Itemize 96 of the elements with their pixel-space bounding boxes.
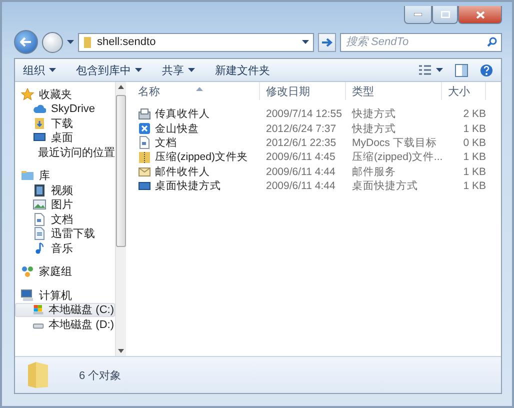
column-header[interactable]: 类型	[346, 82, 442, 100]
search-icon	[487, 36, 497, 46]
cloud-icon	[33, 102, 46, 116]
navigation-item[interactable]: 本地磁盘 (C:)	[15, 302, 115, 317]
minimize-button[interactable]	[404, 6, 432, 24]
size-cell-text: 0 KB	[462, 136, 486, 150]
network-icon	[21, 265, 34, 278]
toolbar-button[interactable]: 包含到库中	[76, 62, 142, 78]
navigation-item[interactable]: 收藏夹	[15, 87, 115, 102]
navigation-item[interactable]: 迅雷下载	[15, 226, 115, 241]
navigation-item[interactable]: 文档	[15, 212, 115, 226]
minimize-icon	[414, 13, 422, 16]
drive-icon	[33, 303, 44, 316]
caret-icon	[302, 40, 309, 44]
size-cell-text: 1 KB	[462, 150, 486, 165]
caret-icon	[436, 68, 443, 72]
toolbar-button[interactable]: 新建文件夹	[215, 62, 270, 78]
close-button[interactable]	[458, 6, 502, 24]
size-cell-text: 1 KB	[462, 122, 486, 136]
navigation-item[interactable]: 本地磁盘 (D:)	[15, 317, 115, 332]
maximize-button[interactable]	[432, 6, 458, 24]
navigation-item[interactable]: 音乐	[15, 241, 115, 256]
envelope-icon	[138, 165, 151, 178]
file-name-cell[interactable]: 金山快盘	[132, 121, 260, 136]
back-button[interactable]	[14, 30, 38, 54]
picture-icon	[33, 198, 46, 212]
folder-icon	[33, 116, 46, 130]
view-list-icon	[419, 65, 431, 75]
arrow-right-icon	[322, 38, 332, 46]
size-cell-text: 2 KB	[462, 107, 486, 122]
forward-button[interactable]	[42, 32, 63, 52]
navigation-item[interactable]: 计算机	[15, 288, 115, 302]
status-text: 6 个对象	[79, 368, 122, 382]
navigation-item[interactable]: 家庭组	[15, 264, 115, 279]
caret-icon	[49, 68, 56, 72]
document-icon	[33, 212, 46, 226]
document-icon	[33, 227, 46, 240]
caret-icon	[188, 68, 195, 72]
folder-icon	[83, 36, 92, 48]
file-name-cell[interactable]: 邮件收件人	[132, 164, 260, 179]
date-cell-text: 2012/6/24 7:37	[265, 122, 338, 136]
column-header[interactable]: 修改日期	[260, 82, 346, 100]
navigation-item[interactable]: 最近访问的位置	[15, 145, 115, 160]
help-icon	[480, 64, 493, 76]
type-cell-text: 邮件服务	[351, 164, 397, 179]
toolbar-button[interactable]: 共享	[162, 62, 195, 78]
date-cell-text: 2009/6/11 4:44	[265, 179, 336, 194]
type-cell-text: 桌面快捷方式	[351, 179, 419, 194]
type-cell-text: 快捷方式	[350, 122, 397, 136]
navigation-item[interactable]: 桌面	[15, 130, 115, 145]
go-button[interactable]	[318, 32, 336, 52]
date-cell-text: 2009/6/11 4:45	[265, 150, 336, 165]
address-text: shell:sendto	[97, 36, 157, 48]
type-cell-text: MyDocs 下载目标	[351, 136, 438, 150]
file-name-cell[interactable]: 桌面快捷方式	[132, 178, 260, 194]
music-note-icon	[33, 242, 46, 255]
close-icon	[476, 10, 484, 18]
folder-icon	[21, 169, 34, 182]
caret-icon	[135, 68, 142, 72]
computer-icon	[21, 288, 34, 302]
date-cell-text: 2012/6/1 22:35	[265, 136, 338, 150]
type-cell-text: 快捷方式	[350, 107, 397, 122]
fax-icon	[138, 108, 151, 121]
navigation-item[interactable]: SkyDrive	[15, 102, 115, 116]
app-icon	[138, 122, 151, 136]
column-header[interactable]: 大小	[442, 82, 486, 100]
star-icon	[21, 88, 34, 101]
toolbar-button[interactable]: 组织	[23, 62, 56, 78]
date-cell-text: 2009/7/14 12:55	[265, 107, 343, 122]
maximize-icon	[440, 11, 450, 18]
monitor-icon	[138, 180, 151, 193]
search-field[interactable]: 搜索 SendTo	[340, 32, 502, 52]
column-header[interactable]: 名称	[132, 82, 260, 100]
scrollbar[interactable]	[115, 82, 126, 356]
size-cell-text: 1 KB	[462, 179, 486, 194]
navigation-item[interactable]: 视频	[15, 183, 115, 198]
scroll-up-icon	[118, 85, 124, 89]
navigation-item[interactable]: 图片	[15, 198, 115, 212]
date-cell-text: 2009/6/11 4:44	[265, 164, 336, 179]
navigation-item[interactable]: 库	[15, 168, 115, 183]
address-field[interactable]: shell:sendto	[78, 32, 314, 52]
type-cell-text: 压缩(zipped)文件...	[351, 150, 442, 165]
file-name-cell[interactable]: 传真收件人	[132, 107, 260, 122]
back-arrow-icon	[20, 37, 32, 47]
preview-pane-icon	[455, 64, 468, 76]
navigation-item[interactable]: 下载	[15, 116, 115, 130]
folder-icon	[27, 361, 49, 389]
caret-icon	[67, 40, 74, 44]
zip-folder-icon	[138, 150, 151, 164]
sort-arrow-icon	[196, 87, 202, 91]
document-icon	[138, 136, 151, 150]
scroll-down-icon	[118, 349, 124, 353]
file-name-cell[interactable]: 压缩(zipped)文件夹	[132, 150, 260, 165]
size-cell-text: 1 KB	[462, 164, 486, 179]
file-name-cell[interactable]: 文档	[132, 136, 260, 150]
film-icon	[33, 184, 46, 197]
